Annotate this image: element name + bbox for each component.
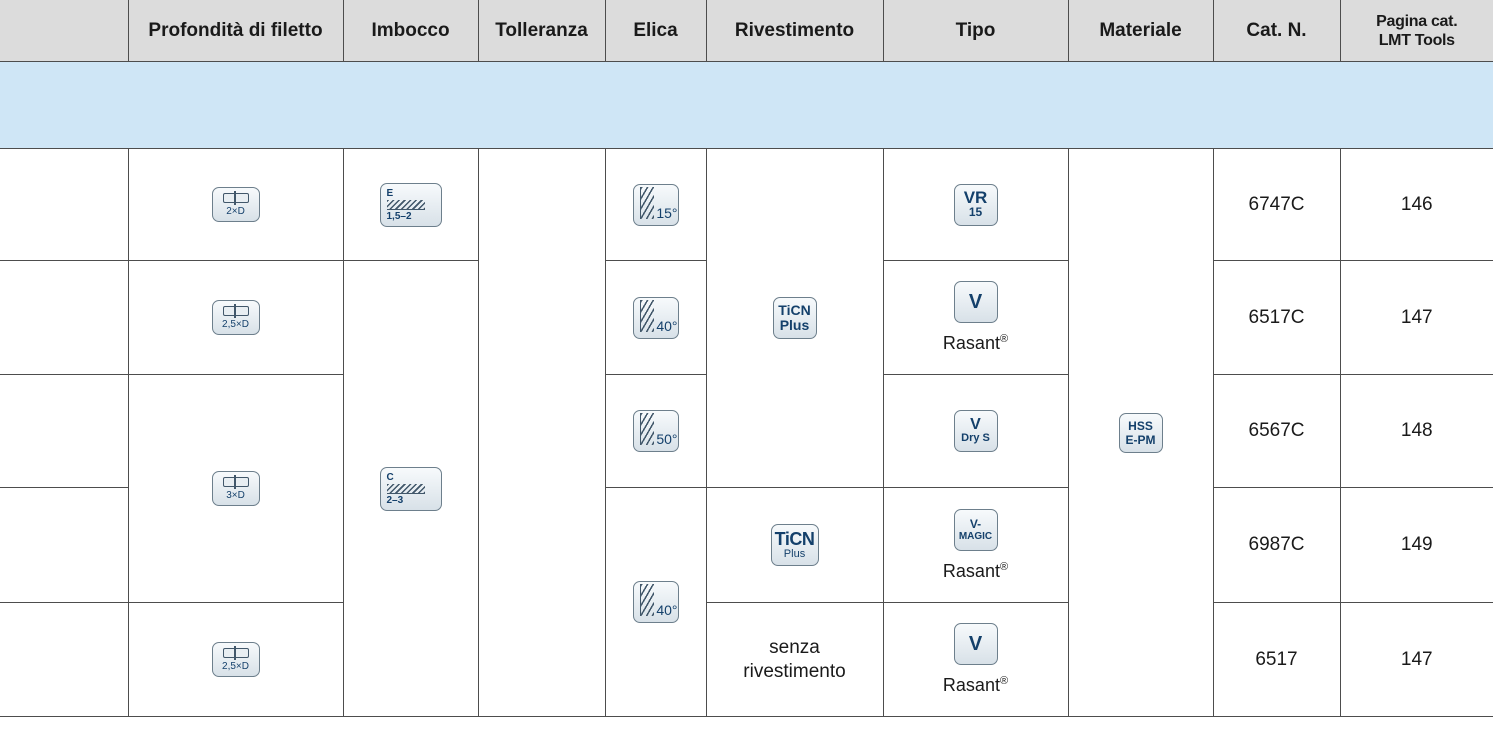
table-row: 2×D E 1,5–2 15° TiCN Plus VR 15 HSS E-PM… <box>0 148 1493 717</box>
cat-number: 6517C <box>1212 260 1341 375</box>
type-v-icon: V <box>953 281 998 323</box>
type-v-dry-s-icon: V Dry S <box>953 410 998 452</box>
section-band-cell <box>0 61 1493 149</box>
chamfer-form-e-icon: E 1,5–2 <box>379 182 442 227</box>
helix-angle-icon: 40° <box>632 296 679 339</box>
elica-cell: 40° <box>604 487 707 717</box>
depth-cell: 2,5×D <box>127 602 344 717</box>
header-pagina: Pagina cat. LMT Tools <box>1339 0 1493 62</box>
catalog-page: 148 <box>1339 374 1493 488</box>
tipo-name: Rasant® <box>942 333 1009 353</box>
tipo-cell: V Rasant® <box>882 260 1069 375</box>
catalog-page: 149 <box>1339 487 1493 603</box>
tipo-cell: V- MAGIC Rasant® <box>882 487 1069 603</box>
imbocco-cell: E 1,5–2 <box>342 148 479 261</box>
header-pagina-line2: LMT Tools <box>1378 31 1455 49</box>
type-v-icon: V <box>953 623 998 665</box>
tipo-cell: VR 15 <box>882 148 1069 261</box>
row-label-cell <box>0 148 129 261</box>
header-tolleranza: Tolleranza <box>477 0 606 62</box>
helix-angle-icon: 15° <box>632 183 679 226</box>
thread-depth-icon: 2,5×D <box>211 300 260 335</box>
row-label-cell <box>0 374 129 488</box>
tipo-cell: V Dry S <box>882 374 1069 488</box>
header-depth: Profondità di filetto <box>127 0 344 62</box>
tipo-name: Rasant® <box>942 675 1009 695</box>
depth-cell: 2,5×D <box>127 260 344 375</box>
header-imbocco: Imbocco <box>342 0 479 62</box>
catalog-page: 147 <box>1339 602 1493 717</box>
coating-ticn-plus-icon: TiCN Plus <box>772 297 817 339</box>
table-row: 2,5×D senza rivestimento V Rasant® 6517 … <box>0 602 1493 717</box>
helix-angle-icon: 40° <box>632 581 679 623</box>
cat-number: 6987C <box>1212 487 1341 603</box>
depth-cell: 2×D <box>127 148 344 261</box>
tipo-cell: V Rasant® <box>882 602 1069 717</box>
header-row: Profondità di filetto Imbocco Tolleranza… <box>0 0 1493 62</box>
catalog-page: 146 <box>1339 148 1493 261</box>
header-blank <box>0 0 129 62</box>
coating-ticn-plus-alt-icon: TiCN Plus <box>770 524 819 566</box>
header-cat-n: Cat. N. <box>1212 0 1341 62</box>
catalog-page: 147 <box>1339 260 1493 375</box>
tolleranza-cell <box>477 148 606 717</box>
header-elica: Elica <box>604 0 707 62</box>
thread-depth-icon: 3×D <box>211 471 260 506</box>
imbocco-cell: C 2–3 <box>342 260 479 717</box>
cat-number: 6517 <box>1212 602 1341 717</box>
header-materiale: Materiale <box>1067 0 1214 62</box>
no-coating-line1: senza <box>769 636 820 658</box>
chamfer-form-c-icon: C 2–3 <box>379 466 442 511</box>
elica-cell: 50° <box>604 374 707 488</box>
thread-depth-icon: 2,5×D <box>211 642 260 677</box>
materiale-cell: HSS E-PM <box>1067 148 1214 717</box>
cat-number: 6747C <box>1212 148 1341 261</box>
header-tipo: Tipo <box>882 0 1069 62</box>
row-label-cell <box>0 487 129 603</box>
header-rivestimento: Rivestimento <box>705 0 884 62</box>
rivestimento-cell: TiCN Plus <box>705 148 884 488</box>
depth-cell: 3×D <box>127 374 344 603</box>
thread-depth-icon: 2×D <box>211 187 260 222</box>
row-label-cell <box>0 602 129 717</box>
tipo-name: Rasant® <box>942 560 1009 581</box>
elica-cell: 15° <box>604 148 707 261</box>
helix-angle-icon: 50° <box>632 410 679 452</box>
material-hss-epm-icon: HSS E-PM <box>1118 412 1163 453</box>
rivestimento-cell: TiCN Plus <box>705 487 884 603</box>
elica-cell: 40° <box>604 260 707 375</box>
rivestimento-cell: senza rivestimento <box>705 602 884 717</box>
row-label-cell <box>0 260 129 375</box>
type-vr15-icon: VR 15 <box>953 183 998 226</box>
type-v-magic-icon: V- MAGIC <box>953 508 998 551</box>
cat-number: 6567C <box>1212 374 1341 488</box>
product-table: Profondità di filetto Imbocco Tolleranza… <box>0 0 1493 717</box>
section-band <box>0 61 1493 149</box>
no-coating-line2: rivestimento <box>743 660 846 682</box>
header-pagina-line1: Pagina cat. <box>1376 12 1458 30</box>
